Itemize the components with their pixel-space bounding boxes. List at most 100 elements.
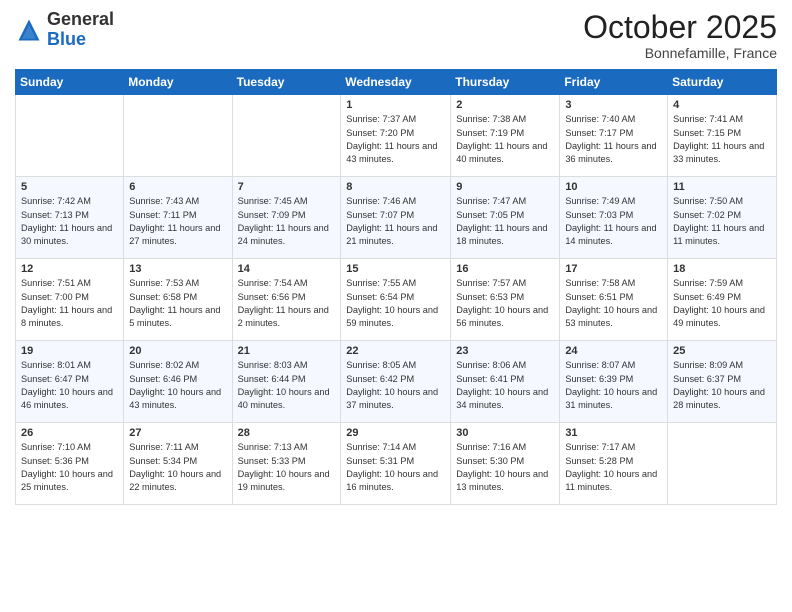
day-info: Sunrise: 7:59 AMSunset: 6:49 PMDaylight:… — [673, 277, 771, 330]
day-info: Sunrise: 7:43 AMSunset: 7:11 PMDaylight:… — [129, 195, 226, 248]
table-row: 25 Sunrise: 8:09 AMSunset: 6:37 PMDaylig… — [668, 341, 777, 423]
logo-blue: Blue — [47, 29, 86, 49]
day-number: 4 — [673, 99, 771, 111]
day-info: Sunrise: 7:11 AMSunset: 5:34 PMDaylight:… — [129, 441, 226, 494]
table-row: 24 Sunrise: 8:07 AMSunset: 6:39 PMDaylig… — [560, 341, 668, 423]
day-number: 15 — [346, 263, 445, 275]
day-info: Sunrise: 7:57 AMSunset: 6:53 PMDaylight:… — [456, 277, 554, 330]
table-row: 11 Sunrise: 7:50 AMSunset: 7:02 PMDaylig… — [668, 177, 777, 259]
table-row: 22 Sunrise: 8:05 AMSunset: 6:42 PMDaylig… — [341, 341, 451, 423]
day-number: 3 — [565, 99, 662, 111]
day-number: 11 — [673, 181, 771, 193]
week-row-0: 1 Sunrise: 7:37 AMSunset: 7:20 PMDayligh… — [16, 95, 777, 177]
week-row-2: 12 Sunrise: 7:51 AMSunset: 7:00 PMDaylig… — [16, 259, 777, 341]
day-info: Sunrise: 7:40 AMSunset: 7:17 PMDaylight:… — [565, 113, 662, 166]
day-number: 26 — [21, 427, 118, 439]
table-row: 17 Sunrise: 7:58 AMSunset: 6:51 PMDaylig… — [560, 259, 668, 341]
day-info: Sunrise: 7:13 AMSunset: 5:33 PMDaylight:… — [238, 441, 336, 494]
page: General Blue October 2025 Bonnefamille, … — [0, 0, 792, 612]
table-row: 4 Sunrise: 7:41 AMSunset: 7:15 PMDayligh… — [668, 95, 777, 177]
header: General Blue October 2025 Bonnefamille, … — [15, 10, 777, 61]
table-row: 7 Sunrise: 7:45 AMSunset: 7:09 PMDayligh… — [232, 177, 341, 259]
day-number: 28 — [238, 427, 336, 439]
table-row: 12 Sunrise: 7:51 AMSunset: 7:00 PMDaylig… — [16, 259, 124, 341]
day-info: Sunrise: 7:54 AMSunset: 6:56 PMDaylight:… — [238, 277, 336, 330]
table-row: 15 Sunrise: 7:55 AMSunset: 6:54 PMDaylig… — [341, 259, 451, 341]
day-info: Sunrise: 7:37 AMSunset: 7:20 PMDaylight:… — [346, 113, 445, 166]
col-wednesday: Wednesday — [341, 70, 451, 95]
col-friday: Friday — [560, 70, 668, 95]
weekday-header-row: Sunday Monday Tuesday Wednesday Thursday… — [16, 70, 777, 95]
day-info: Sunrise: 8:07 AMSunset: 6:39 PMDaylight:… — [565, 359, 662, 412]
day-number: 19 — [21, 345, 118, 357]
week-row-1: 5 Sunrise: 7:42 AMSunset: 7:13 PMDayligh… — [16, 177, 777, 259]
day-number: 12 — [21, 263, 118, 275]
col-thursday: Thursday — [451, 70, 560, 95]
day-info: Sunrise: 7:55 AMSunset: 6:54 PMDaylight:… — [346, 277, 445, 330]
day-number: 10 — [565, 181, 662, 193]
day-info: Sunrise: 7:53 AMSunset: 6:58 PMDaylight:… — [129, 277, 226, 330]
table-row: 5 Sunrise: 7:42 AMSunset: 7:13 PMDayligh… — [16, 177, 124, 259]
day-number: 23 — [456, 345, 554, 357]
logo-text: General Blue — [47, 10, 114, 50]
day-info: Sunrise: 8:01 AMSunset: 6:47 PMDaylight:… — [21, 359, 118, 412]
table-row: 3 Sunrise: 7:40 AMSunset: 7:17 PMDayligh… — [560, 95, 668, 177]
day-number: 20 — [129, 345, 226, 357]
day-number: 9 — [456, 181, 554, 193]
day-info: Sunrise: 7:58 AMSunset: 6:51 PMDaylight:… — [565, 277, 662, 330]
day-info: Sunrise: 7:42 AMSunset: 7:13 PMDaylight:… — [21, 195, 118, 248]
table-row: 13 Sunrise: 7:53 AMSunset: 6:58 PMDaylig… — [124, 259, 232, 341]
day-info: Sunrise: 8:06 AMSunset: 6:41 PMDaylight:… — [456, 359, 554, 412]
calendar: Sunday Monday Tuesday Wednesday Thursday… — [15, 69, 777, 505]
week-row-4: 26 Sunrise: 7:10 AMSunset: 5:36 PMDaylig… — [16, 423, 777, 505]
day-info: Sunrise: 7:51 AMSunset: 7:00 PMDaylight:… — [21, 277, 118, 330]
col-saturday: Saturday — [668, 70, 777, 95]
table-row: 14 Sunrise: 7:54 AMSunset: 6:56 PMDaylig… — [232, 259, 341, 341]
day-number: 31 — [565, 427, 662, 439]
day-number: 18 — [673, 263, 771, 275]
day-number: 17 — [565, 263, 662, 275]
day-number: 7 — [238, 181, 336, 193]
table-row — [232, 95, 341, 177]
day-number: 2 — [456, 99, 554, 111]
day-info: Sunrise: 7:16 AMSunset: 5:30 PMDaylight:… — [456, 441, 554, 494]
table-row: 26 Sunrise: 7:10 AMSunset: 5:36 PMDaylig… — [16, 423, 124, 505]
day-info: Sunrise: 7:38 AMSunset: 7:19 PMDaylight:… — [456, 113, 554, 166]
table-row: 10 Sunrise: 7:49 AMSunset: 7:03 PMDaylig… — [560, 177, 668, 259]
day-info: Sunrise: 7:50 AMSunset: 7:02 PMDaylight:… — [673, 195, 771, 248]
table-row: 21 Sunrise: 8:03 AMSunset: 6:44 PMDaylig… — [232, 341, 341, 423]
col-sunday: Sunday — [16, 70, 124, 95]
month-title: October 2025 — [583, 10, 777, 45]
table-row: 30 Sunrise: 7:16 AMSunset: 5:30 PMDaylig… — [451, 423, 560, 505]
day-number: 5 — [21, 181, 118, 193]
day-number: 1 — [346, 99, 445, 111]
day-number: 29 — [346, 427, 445, 439]
logo-icon — [15, 16, 43, 44]
table-row: 8 Sunrise: 7:46 AMSunset: 7:07 PMDayligh… — [341, 177, 451, 259]
col-tuesday: Tuesday — [232, 70, 341, 95]
day-info: Sunrise: 7:17 AMSunset: 5:28 PMDaylight:… — [565, 441, 662, 494]
table-row: 16 Sunrise: 7:57 AMSunset: 6:53 PMDaylig… — [451, 259, 560, 341]
day-number: 8 — [346, 181, 445, 193]
day-number: 30 — [456, 427, 554, 439]
day-info: Sunrise: 8:09 AMSunset: 6:37 PMDaylight:… — [673, 359, 771, 412]
table-row: 19 Sunrise: 8:01 AMSunset: 6:47 PMDaylig… — [16, 341, 124, 423]
table-row — [16, 95, 124, 177]
day-number: 27 — [129, 427, 226, 439]
table-row: 23 Sunrise: 8:06 AMSunset: 6:41 PMDaylig… — [451, 341, 560, 423]
table-row: 29 Sunrise: 7:14 AMSunset: 5:31 PMDaylig… — [341, 423, 451, 505]
table-row: 27 Sunrise: 7:11 AMSunset: 5:34 PMDaylig… — [124, 423, 232, 505]
table-row: 9 Sunrise: 7:47 AMSunset: 7:05 PMDayligh… — [451, 177, 560, 259]
day-info: Sunrise: 8:02 AMSunset: 6:46 PMDaylight:… — [129, 359, 226, 412]
day-info: Sunrise: 7:47 AMSunset: 7:05 PMDaylight:… — [456, 195, 554, 248]
col-monday: Monday — [124, 70, 232, 95]
day-info: Sunrise: 7:41 AMSunset: 7:15 PMDaylight:… — [673, 113, 771, 166]
logo-general: General — [47, 9, 114, 29]
day-info: Sunrise: 7:45 AMSunset: 7:09 PMDaylight:… — [238, 195, 336, 248]
day-info: Sunrise: 7:49 AMSunset: 7:03 PMDaylight:… — [565, 195, 662, 248]
location: Bonnefamille, France — [583, 45, 777, 61]
table-row — [668, 423, 777, 505]
table-row: 18 Sunrise: 7:59 AMSunset: 6:49 PMDaylig… — [668, 259, 777, 341]
table-row: 20 Sunrise: 8:02 AMSunset: 6:46 PMDaylig… — [124, 341, 232, 423]
day-number: 16 — [456, 263, 554, 275]
